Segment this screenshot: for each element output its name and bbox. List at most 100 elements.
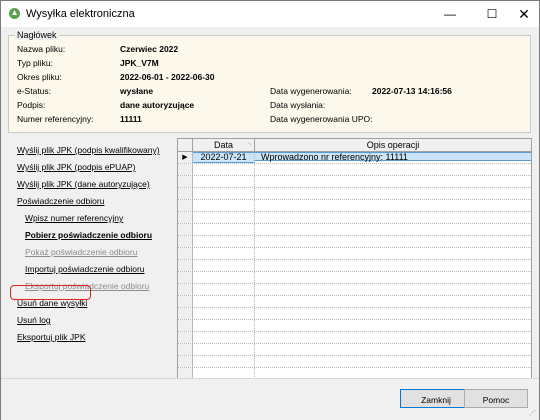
table-row[interactable]: ▶ 2022-07-21 Wprowadzono nr referencyjny: …: [178, 152, 531, 164]
empty-table-row[interactable]: [178, 260, 531, 272]
date-cell: [193, 320, 255, 331]
resize-grip-icon[interactable]: ⋰: [529, 410, 537, 418]
export-jpk-file-link[interactable]: Eksportuj plik JPK: [17, 332, 86, 342]
sort-icon: ◝: [248, 143, 251, 149]
row-indicator-icon: ▶: [178, 152, 193, 163]
generated-date-value: 2022-07-13 14:16:56: [372, 86, 452, 96]
date-cell: [193, 188, 255, 199]
close-button[interactable]: Zamknij: [400, 389, 472, 408]
description-cell: [255, 176, 531, 187]
send-qualified-signature-link[interactable]: Wyślij plik JPK (podpis kwalifikowany): [17, 145, 160, 155]
date-cell: [193, 236, 255, 247]
empty-table-row[interactable]: [178, 296, 531, 308]
window: Wysyłka elektroniczna — ☐ ✕ Nagłówek Naz…: [0, 0, 540, 420]
date-cell: [193, 272, 255, 283]
show-receipt-link: Pokaż poświadczenie odbioru: [25, 247, 138, 257]
empty-table-row[interactable]: [178, 248, 531, 260]
empty-table-row[interactable]: [178, 200, 531, 212]
signature-value: dane autoryzujące: [120, 100, 195, 110]
date-cell: [193, 308, 255, 319]
indicator-column-header: [178, 139, 193, 151]
date-cell: [193, 284, 255, 295]
description-cell: [255, 164, 531, 175]
row-indicator-icon: [178, 296, 193, 307]
row-indicator-icon: [178, 344, 193, 355]
empty-table-row[interactable]: [178, 164, 531, 176]
row-indicator-icon: [178, 320, 193, 331]
maximize-button[interactable]: ☐: [475, 1, 509, 27]
description-cell: [255, 332, 531, 343]
sent-date-label: Data wysłania:: [270, 100, 326, 110]
import-receipt-link[interactable]: Importuj poświadczenie odbioru: [25, 264, 145, 274]
date-cell: [193, 224, 255, 235]
date-column-header[interactable]: Data ◝: [193, 139, 255, 151]
operations-grid[interactable]: Data ◝ Opis operacji ▶ 2022-07-21 Wprowadz…: [177, 138, 532, 398]
description-cell: [255, 248, 531, 259]
download-receipt-link[interactable]: Pobierz poświadczenie odbioru: [25, 230, 152, 240]
row-indicator-icon: [178, 212, 193, 223]
date-cell: 2022-07-21: [193, 152, 255, 163]
send-authorization-data-link[interactable]: Wyślij plik JPK (dane autoryzujące): [17, 179, 150, 189]
date-cell: [193, 260, 255, 271]
title-bar[interactable]: Wysyłka elektroniczna — ☐ ✕: [1, 1, 539, 27]
row-indicator-icon: [178, 188, 193, 199]
description-cell: [255, 356, 531, 367]
date-cell: [193, 356, 255, 367]
empty-table-row[interactable]: [178, 212, 531, 224]
help-button[interactable]: Pomoc: [464, 389, 528, 408]
description-cell: [255, 188, 531, 199]
row-indicator-icon: [178, 200, 193, 211]
row-indicator-icon: [178, 260, 193, 271]
close-window-button[interactable]: ✕: [507, 1, 540, 27]
empty-table-row[interactable]: [178, 284, 531, 296]
delete-log-link[interactable]: Usuń log: [17, 315, 51, 325]
empty-table-row[interactable]: [178, 356, 531, 368]
empty-table-row[interactable]: [178, 344, 531, 356]
row-indicator-icon: [178, 224, 193, 235]
receipt-confirmation-link[interactable]: Poświadczenie odbioru: [17, 196, 104, 206]
date-cell: [193, 200, 255, 211]
row-indicator-icon: [178, 248, 193, 259]
description-cell: [255, 296, 531, 307]
empty-table-row[interactable]: [178, 320, 531, 332]
empty-table-row[interactable]: [178, 188, 531, 200]
row-indicator-icon: [178, 284, 193, 295]
dialog-footer: Zamknij Pomoc ⋰: [1, 378, 539, 420]
file-name-label: Nazwa pliku:: [17, 44, 66, 54]
generated-date-label: Data wygenerowania:: [270, 86, 352, 96]
e-status-value: wysłane: [120, 86, 154, 96]
description-cell: [255, 200, 531, 211]
description-column-label: Opis operacji: [366, 140, 420, 150]
description-cell: Wprowadzono nr referencyjny: 11111: [255, 152, 531, 162]
send-epuap-signature-link[interactable]: Wyślij plik JPK (podpis ePUAP): [17, 162, 136, 172]
date-column-label: Data: [213, 140, 233, 150]
date-cell: [193, 296, 255, 307]
row-indicator-icon: [178, 308, 193, 319]
empty-table-row[interactable]: [178, 272, 531, 284]
empty-table-row[interactable]: [178, 332, 531, 344]
description-cell: [255, 212, 531, 223]
row-indicator-icon: [178, 356, 193, 367]
empty-table-row[interactable]: [178, 236, 531, 248]
empty-table-row[interactable]: [178, 224, 531, 236]
reference-number-label: Numer referencyjny:: [17, 114, 94, 124]
date-cell: [193, 212, 255, 223]
description-cell: [255, 308, 531, 319]
row-indicator-icon: [178, 164, 193, 175]
empty-table-row[interactable]: [178, 308, 531, 320]
date-cell: [193, 176, 255, 187]
actions-panel: Wyślij plik JPK (podpis kwalifikowany) W…: [1, 137, 173, 377]
empty-table-row[interactable]: [178, 176, 531, 188]
upo-generated-date-label: Data wygenerowania UPO:: [270, 114, 373, 124]
row-indicator-icon: [178, 176, 193, 187]
enter-reference-number-link[interactable]: Wpisz numer referencyjny: [25, 213, 123, 223]
row-indicator-icon: [178, 332, 193, 343]
file-period-value: 2022-06-01 - 2022-06-30: [120, 72, 215, 82]
description-column-header[interactable]: Opis operacji: [255, 139, 531, 151]
header-caption: Nagłówek: [15, 30, 59, 40]
minimize-button[interactable]: —: [433, 1, 467, 27]
signature-label: Podpis:: [17, 100, 46, 110]
window-title: Wysyłka elektroniczna: [26, 8, 135, 20]
e-status-label: e-Status:: [17, 86, 52, 96]
grid-header: Data ◝ Opis operacji: [178, 139, 531, 152]
